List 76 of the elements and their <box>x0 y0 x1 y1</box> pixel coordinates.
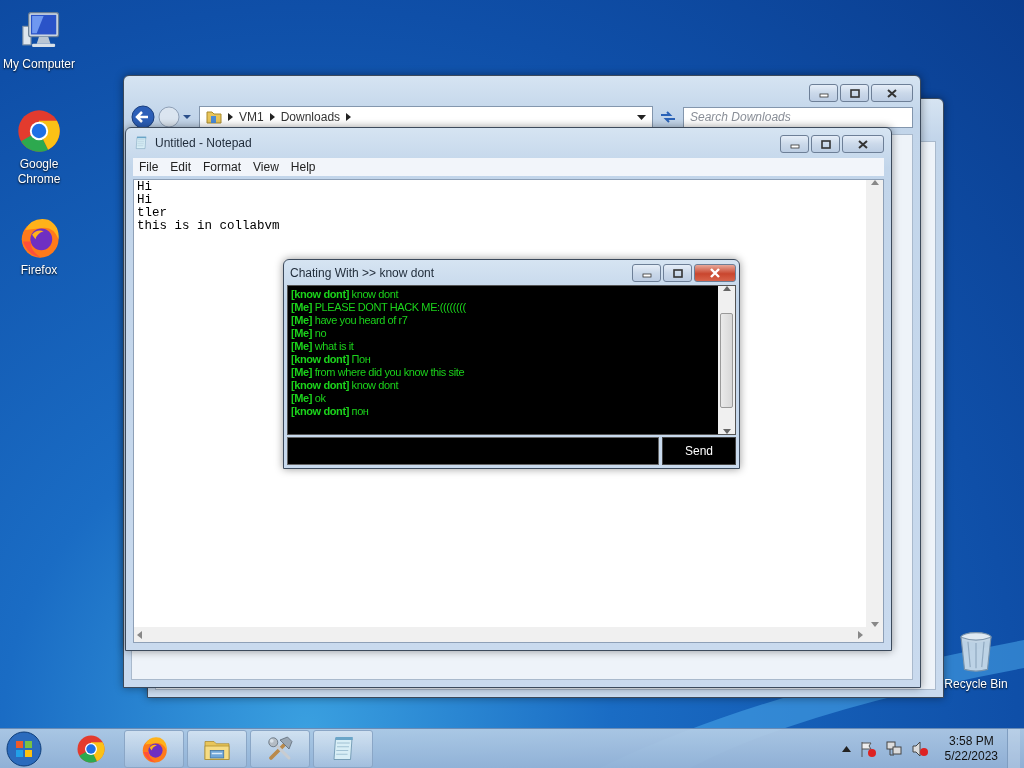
minimize-button[interactable] <box>780 135 809 153</box>
chat-message: [know dont] Пон <box>291 353 372 366</box>
scroll-up-icon[interactable] <box>870 180 879 185</box>
menu-item[interactable]: View <box>247 160 285 174</box>
maximize-icon <box>849 88 860 98</box>
menu-item[interactable]: Edit <box>164 160 198 174</box>
close-icon <box>858 139 868 149</box>
scroll-right-icon[interactable] <box>858 630 863 639</box>
chat-message: [Me] ok <box>291 392 327 405</box>
chat-message: [Me] no <box>291 327 328 340</box>
breadcrumb-item[interactable]: Downloads <box>280 110 341 124</box>
chat-message: [Me] have you heard of r7 <box>291 314 409 327</box>
search-field[interactable]: Search Downloads <box>683 106 913 128</box>
chat-message: [know dont] пон <box>291 405 370 418</box>
text-line: Hi <box>137 194 153 207</box>
scroll-down-icon[interactable] <box>722 429 731 434</box>
text-line: this is in collabvm <box>137 220 281 233</box>
address-bar[interactable]: VM1 Downloads <box>199 105 653 129</box>
close-button[interactable] <box>694 264 736 282</box>
text-line: Hi <box>137 181 153 194</box>
maximize-icon <box>672 268 683 278</box>
menu-item[interactable]: Format <box>197 160 248 174</box>
chat-message: [Me] PLEASE DONT HACK ME:(((((((( <box>291 301 467 314</box>
close-button[interactable] <box>842 135 884 153</box>
back-forward-icon[interactable] <box>131 105 193 129</box>
scroll-left-icon[interactable] <box>137 630 142 639</box>
clock-date[interactable]: 5/22/2023 <box>944 748 998 764</box>
chat-message: [Me] what is it <box>291 340 355 353</box>
message-input[interactable] <box>287 437 659 465</box>
clock-time[interactable]: 3:58 PM <box>948 733 994 749</box>
horizontal-scrollbar[interactable] <box>134 627 866 642</box>
text-line: tler <box>137 207 168 220</box>
chrome-icon <box>76 733 106 764</box>
chat-message: [know dont] know dont <box>291 288 400 301</box>
maximize-icon <box>820 139 831 149</box>
volume-icon[interactable] <box>910 739 929 758</box>
minimize-button[interactable] <box>809 84 838 102</box>
menu-item[interactable]: Help <box>284 160 322 174</box>
desktop-icon-label[interactable]: Google Chrome <box>0 157 78 187</box>
menu-item[interactable]: File <box>133 160 165 174</box>
scroll-up-icon[interactable] <box>722 286 731 291</box>
refresh-icon[interactable] <box>659 109 677 125</box>
taskbar-button[interactable] <box>250 729 310 768</box>
window-title: Chating With >> know dont <box>289 265 435 280</box>
send-button[interactable]: Send <box>662 437 736 465</box>
chevron-icon <box>228 113 233 121</box>
notepad-icon <box>133 135 149 151</box>
network-icon[interactable] <box>884 739 903 758</box>
maximize-button[interactable] <box>811 135 840 153</box>
flag-icon[interactable] <box>858 739 877 758</box>
close-button[interactable] <box>871 84 913 102</box>
folder-icon <box>206 110 222 124</box>
show-hidden-icons-icon[interactable] <box>841 745 851 752</box>
vertical-scrollbar[interactable] <box>866 180 883 627</box>
chevron-icon <box>346 113 352 121</box>
chrome-icon <box>16 108 62 154</box>
chevron-icon <box>269 113 275 121</box>
taskbar-button[interactable] <box>124 729 184 768</box>
start-button[interactable] <box>4 729 44 768</box>
desktop-icon-label[interactable]: Recycle Bin <box>944 677 1008 692</box>
dropdown-icon[interactable] <box>637 114 646 120</box>
vertical-scrollbar[interactable] <box>718 286 735 434</box>
scrollbar-thumb[interactable] <box>720 312 733 408</box>
close-icon <box>887 88 897 98</box>
maximize-button[interactable] <box>663 264 692 282</box>
desktop-icon-label[interactable]: My Computer <box>3 57 75 72</box>
chat-message: [know dont] know dont <box>291 379 400 392</box>
chat-message: [Me] from where did you know this site <box>291 366 466 379</box>
window-title: Untitled - Notepad <box>155 136 252 150</box>
minimize-button[interactable] <box>632 264 661 282</box>
taskbar-button[interactable] <box>313 729 373 768</box>
desktop-icon-label[interactable]: Firefox <box>20 263 58 278</box>
maximize-button[interactable] <box>840 84 869 102</box>
close-icon <box>709 268 721 278</box>
breadcrumb-item[interactable]: VM1 <box>239 110 264 124</box>
show-desktop-button[interactable] <box>1007 728 1020 768</box>
